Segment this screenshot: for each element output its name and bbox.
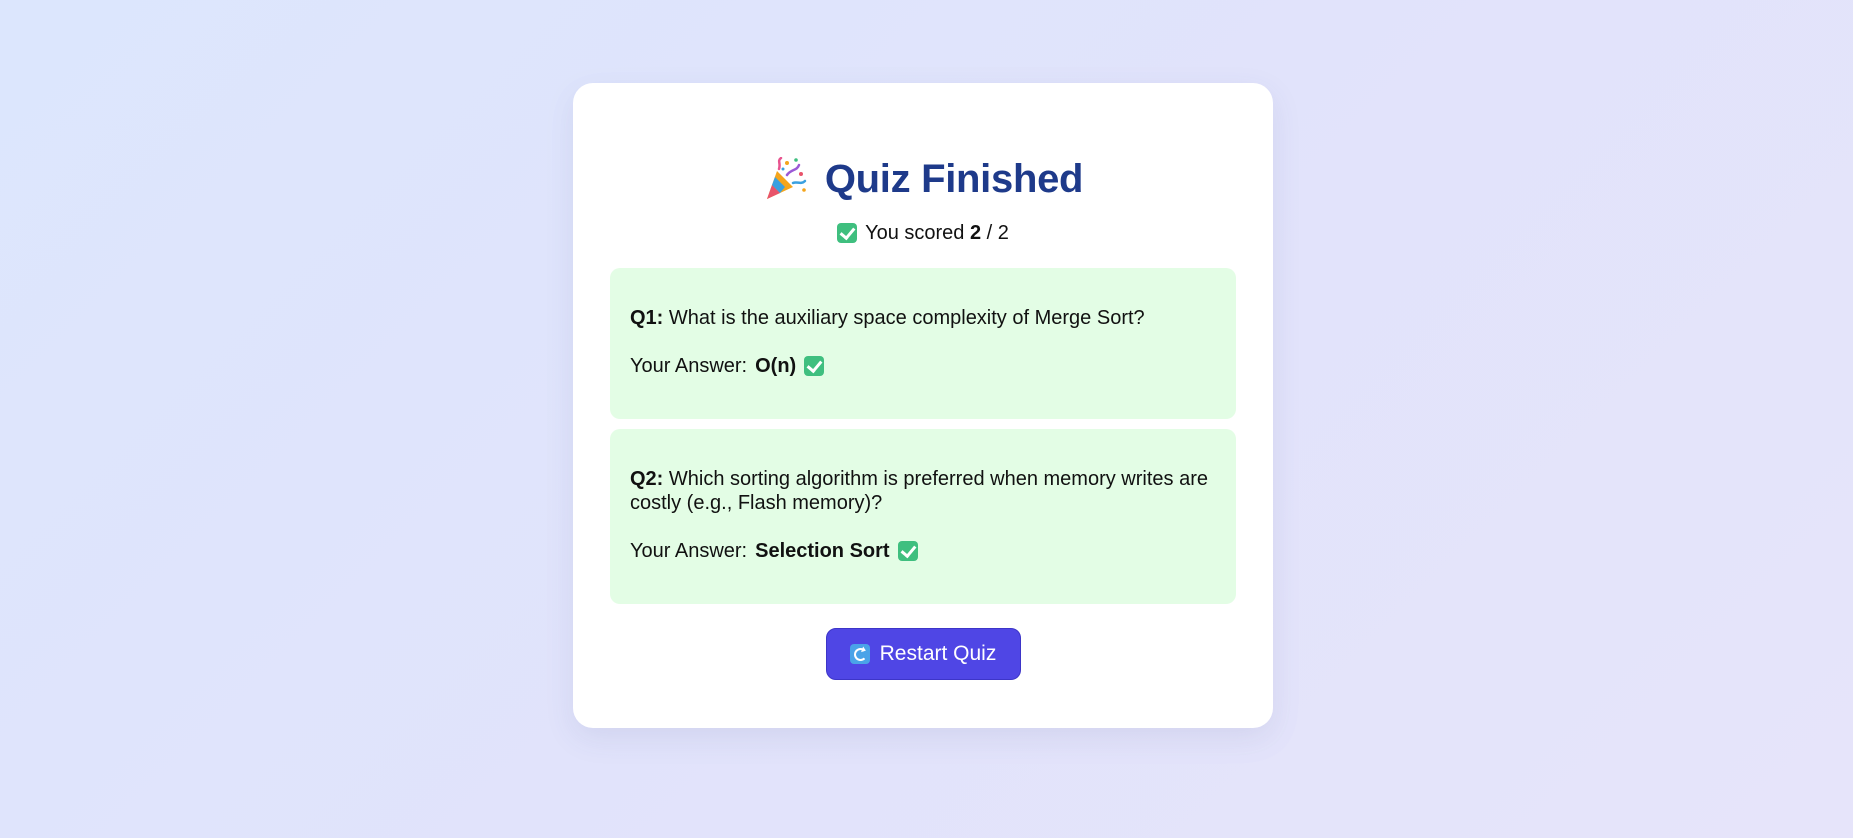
- score-prefix: You scored: [865, 221, 965, 244]
- answer-value: O(n): [755, 355, 797, 377]
- question-label: Q1:: [630, 307, 664, 329]
- question-body: Which sorting algorithm is preferred whe…: [630, 468, 1208, 514]
- score-value: 2: [969, 221, 982, 244]
- score-summary: You scored 2 / 2: [610, 218, 1236, 248]
- score-text: You scored 2 / 2: [865, 222, 1009, 245]
- answer-line: Your Answer: Selection Sort: [630, 539, 1216, 563]
- refresh-icon: [849, 644, 870, 664]
- title-row: Quiz Finished: [610, 153, 1236, 205]
- check-mark-icon: [897, 541, 918, 561]
- answer-prefix: Your Answer:: [630, 540, 748, 562]
- check-mark-icon: [804, 356, 825, 376]
- answer-value: Selection Sort: [755, 540, 890, 562]
- restart-quiz-button[interactable]: Restart Quiz: [825, 628, 1021, 680]
- score-total: / 2: [981, 221, 1009, 244]
- answer-line: Your Answer: O(n): [630, 354, 1216, 378]
- question-result-card: Q1: What is the auxiliary space complexi…: [610, 268, 1236, 419]
- restart-label: Restart Quiz: [879, 642, 997, 665]
- question-text: Q2: Which sorting algorithm is preferred…: [630, 467, 1216, 515]
- question-label: Q2:: [630, 468, 664, 490]
- party-popper-icon: [766, 157, 807, 199]
- question-body: What is the auxiliary space complexity o…: [663, 307, 1145, 329]
- page-title: Quiz Finished: [824, 156, 1084, 201]
- check-mark-icon: [837, 223, 858, 243]
- quiz-result-card: Quiz Finished You scored 2 / 2 Q1: What …: [573, 83, 1273, 728]
- actions: Restart Quiz: [610, 628, 1236, 680]
- answer-prefix: Your Answer:: [630, 355, 748, 377]
- question-result-card: Q2: Which sorting algorithm is preferred…: [610, 429, 1236, 604]
- question-text: Q1: What is the auxiliary space complexi…: [630, 306, 1216, 330]
